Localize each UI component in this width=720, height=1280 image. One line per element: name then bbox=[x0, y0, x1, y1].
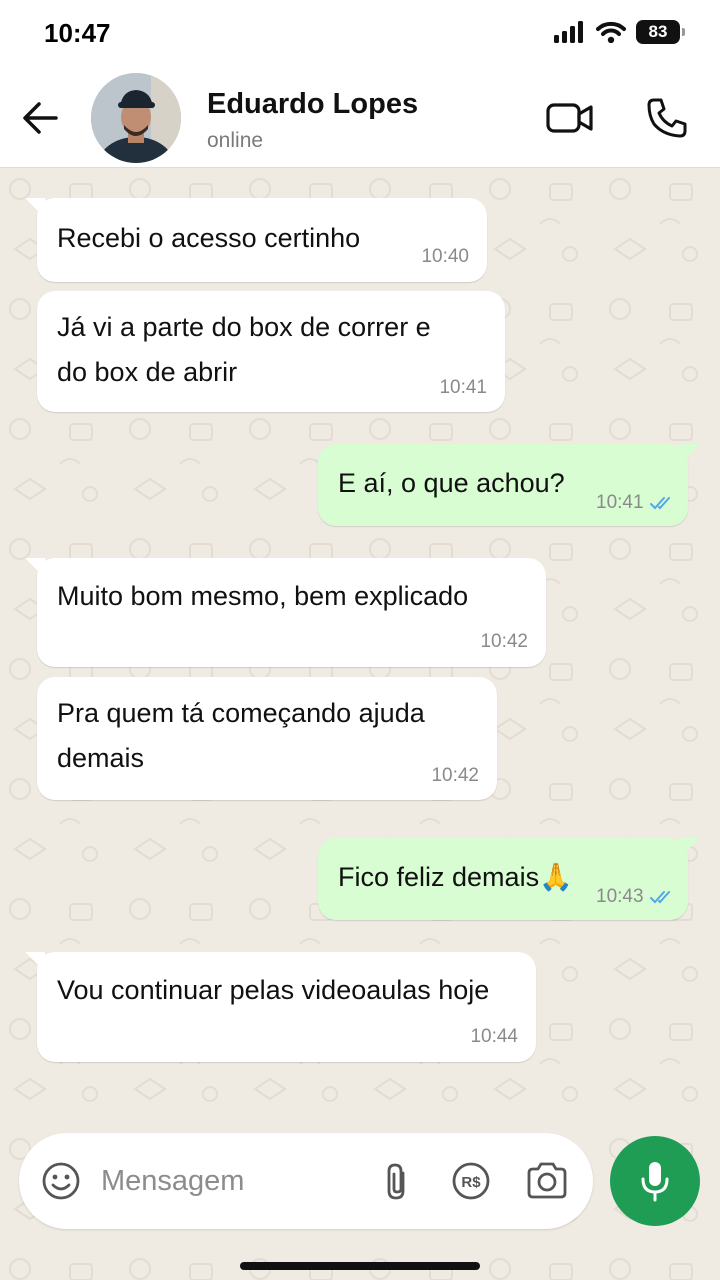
message-bubble-outgoing[interactable]: E aí, o que achou? 10:41 bbox=[318, 444, 700, 526]
phone-icon bbox=[647, 98, 687, 138]
message-text: do box de abrir bbox=[57, 357, 238, 387]
bubble-tail bbox=[680, 838, 700, 858]
message-input[interactable] bbox=[101, 1157, 371, 1205]
chat-header: Eduardo Lopes online bbox=[0, 68, 720, 168]
smiley-icon bbox=[42, 1162, 80, 1200]
emoji-button[interactable] bbox=[41, 1161, 81, 1201]
message-text: E aí, o que achou? bbox=[338, 468, 565, 498]
contact-status: online bbox=[207, 129, 264, 152]
message-composer: R$ bbox=[19, 1133, 593, 1229]
bubble-tail bbox=[25, 952, 45, 972]
message-bubble-incoming[interactable]: Já vi a parte do box de correr e do box … bbox=[37, 291, 505, 412]
svg-text:R$: R$ bbox=[461, 1174, 481, 1191]
camera-icon bbox=[527, 1162, 567, 1199]
currency-brl-icon: R$ bbox=[452, 1162, 490, 1200]
status-time: 10:47 bbox=[44, 18, 111, 48]
bubble-tail bbox=[25, 198, 45, 218]
contact-name[interactable]: Eduardo Lopes bbox=[207, 88, 418, 121]
battery-indicator: 83 bbox=[636, 20, 685, 44]
attach-button[interactable] bbox=[381, 1161, 415, 1203]
contact-photo bbox=[91, 73, 181, 163]
home-indicator[interactable] bbox=[240, 1262, 480, 1270]
message-text: Muito bom mesmo, bem explicado bbox=[57, 581, 469, 611]
message-time: 10:42 bbox=[431, 765, 479, 786]
message-text: Vou continuar pelas videoaulas hoje bbox=[57, 975, 490, 1005]
message-time: 10:44 bbox=[470, 1026, 518, 1047]
avatar[interactable] bbox=[91, 73, 181, 163]
status-bar: 10:47 83 bbox=[0, 0, 720, 68]
voice-call-button[interactable] bbox=[645, 96, 689, 140]
message-bubble-incoming[interactable]: Recebi o acesso certinho 10:40 bbox=[25, 198, 487, 282]
camera-button[interactable] bbox=[525, 1161, 569, 1201]
double-check-read-icon bbox=[650, 891, 670, 904]
double-check-read-icon bbox=[650, 497, 670, 510]
payment-button[interactable]: R$ bbox=[451, 1161, 491, 1201]
message-bubble-incoming[interactable]: Pra quem tá começando ajuda demais 10:42 bbox=[37, 677, 497, 800]
bubble-tail bbox=[25, 558, 45, 578]
message-bubble-incoming[interactable]: Vou continuar pelas videoaulas hoje 10:4… bbox=[25, 952, 536, 1062]
video-camera-icon bbox=[546, 103, 593, 133]
battery-level: 83 bbox=[648, 22, 668, 41]
message-text: Recebi o acesso certinho bbox=[57, 223, 361, 253]
arrow-left-icon bbox=[23, 102, 58, 134]
message-text: Pra quem tá começando ajuda bbox=[57, 698, 425, 728]
message-text: demais bbox=[57, 743, 145, 773]
message-time: 10:42 bbox=[480, 631, 528, 652]
voice-record-button[interactable] bbox=[610, 1136, 700, 1226]
message-bubble-incoming[interactable]: Muito bom mesmo, bem explicado 10:42 bbox=[25, 558, 546, 667]
wifi-icon bbox=[596, 21, 626, 43]
microphone-icon bbox=[641, 1162, 669, 1202]
paperclip-icon bbox=[387, 1163, 405, 1200]
message-time: 10:41 bbox=[439, 377, 487, 398]
message-text: Já vi a parte do box de correr e bbox=[57, 312, 431, 342]
chat-area[interactable]: Recebi o acesso certinho 10:40 Já vi a p… bbox=[0, 169, 720, 1280]
message-bubble-outgoing[interactable]: Fico feliz demais🙏 10:43 bbox=[318, 838, 700, 920]
status-icons: 83 bbox=[554, 20, 685, 44]
bubble-tail bbox=[680, 444, 700, 464]
message-text: Fico feliz demais🙏 bbox=[338, 862, 573, 892]
back-button[interactable] bbox=[18, 96, 62, 140]
message-time: 10:41 bbox=[596, 492, 644, 513]
message-time: 10:40 bbox=[421, 246, 469, 267]
video-call-button[interactable] bbox=[545, 98, 595, 138]
signal-icon bbox=[554, 21, 583, 43]
message-time: 10:43 bbox=[596, 886, 644, 907]
